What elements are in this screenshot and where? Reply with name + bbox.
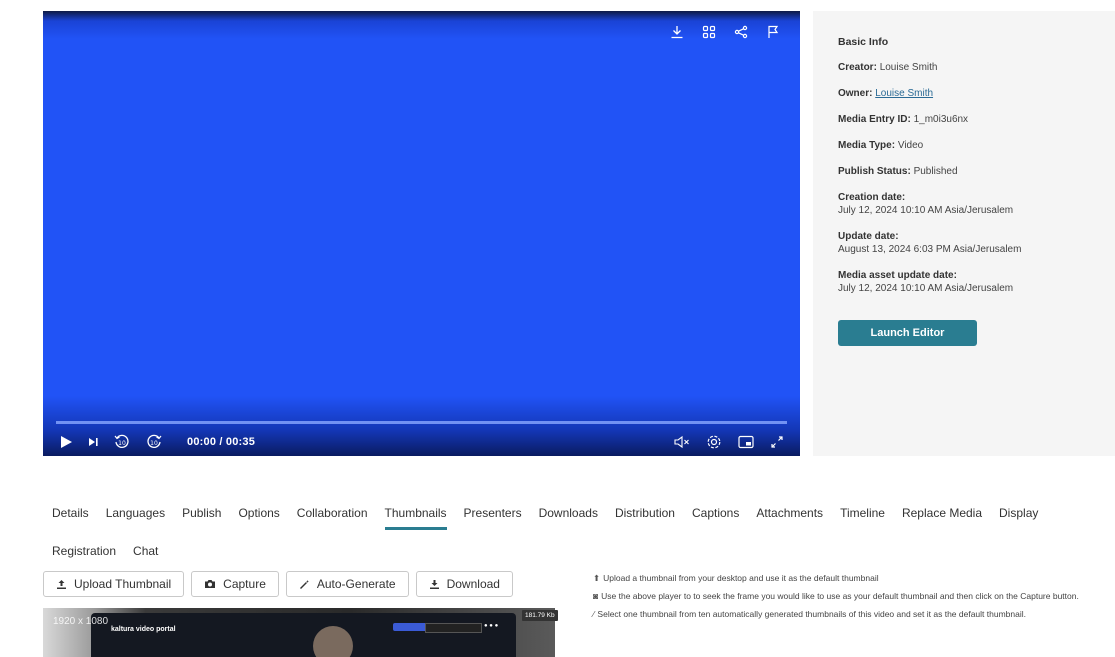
next-icon[interactable] [87, 436, 99, 448]
entry-id-value: 1_m0i3u6nx [913, 114, 969, 125]
fullscreen-icon[interactable] [770, 435, 784, 449]
download-label: Download [446, 577, 500, 591]
player-controls: 10 10 00:00 / 00:35 [59, 431, 784, 453]
creator-row: Creator: Louise Smith [838, 61, 1108, 74]
asset-update-date-row: Media asset update date: July 12, 2024 1… [838, 269, 1108, 295]
pip-icon[interactable] [738, 435, 754, 449]
tab-details[interactable]: Details [52, 506, 89, 530]
creation-date-value: July 12, 2024 10:10 AM Asia/Jerusalem [838, 205, 1014, 216]
tab-options[interactable]: Options [238, 506, 279, 530]
auto-generate-label: Auto-Generate [316, 577, 396, 591]
magic-wand-icon [299, 579, 310, 590]
mute-icon[interactable] [674, 435, 690, 449]
entry-id-row: Media Entry ID: 1_m0i3u6nx [838, 113, 1108, 126]
tab-publish[interactable]: Publish [182, 506, 221, 530]
video-player[interactable]: 10 10 00:00 / 00:35 [43, 11, 800, 456]
upload-thumbnail-label: Upload Thumbnail [74, 577, 172, 591]
thumbnail-ui-menu: ● ● ● [484, 623, 499, 629]
tab-replace-media[interactable]: Replace Media [902, 506, 982, 530]
download-icon[interactable] [670, 25, 684, 39]
tab-attachments[interactable]: Attachments [756, 506, 823, 530]
settings-icon[interactable] [706, 434, 722, 450]
progress-bar[interactable] [56, 421, 787, 424]
camera-icon [204, 579, 216, 589]
upload-icon [56, 579, 67, 590]
tab-downloads[interactable]: Downloads [539, 506, 598, 530]
download-button[interactable]: Download [415, 571, 513, 597]
magic-wand-icon: ⁄ [593, 609, 595, 619]
svg-text:10: 10 [150, 440, 158, 447]
rewind-10-icon[interactable]: 10 [113, 433, 131, 451]
play-icon[interactable] [59, 435, 73, 449]
owner-link[interactable]: Louise Smith [875, 88, 933, 99]
publish-status-row: Publish Status: Published [838, 165, 1108, 178]
help-upload-text: Upload a thumbnail from your desktop and… [603, 573, 879, 583]
help-capture: ◙ Use the above player to to seek the fra… [593, 591, 1113, 602]
help-upload: ⬆ Upload a thumbnail from your desktop an… [593, 573, 1113, 584]
help-autogen-text: Select one thumbnail from ten automatica… [597, 609, 1026, 619]
thumbnail-size-badge: 181.79 Kb [522, 610, 558, 621]
tab-chat[interactable]: Chat [133, 544, 158, 568]
tab-captions[interactable]: Captions [692, 506, 739, 530]
thumbnail-ui-search [425, 623, 482, 633]
auto-generate-button[interactable]: Auto-Generate [285, 571, 409, 597]
svg-text:10: 10 [118, 440, 126, 447]
upload-icon: ⬆ [593, 573, 601, 583]
entry-id-label: Media Entry ID: [838, 114, 911, 125]
thumbnail-dimensions: 1920 x 1080 [53, 616, 109, 627]
upload-thumbnail-button[interactable]: Upload Thumbnail [43, 571, 185, 597]
tab-collaboration[interactable]: Collaboration [297, 506, 368, 530]
tab-registration[interactable]: Registration [52, 544, 116, 568]
thumbnail-screen [91, 613, 516, 657]
launch-editor-button[interactable]: Launch Editor [838, 320, 977, 346]
tab-presenters[interactable]: Presenters [464, 506, 522, 530]
capture-button[interactable]: Capture [191, 571, 279, 597]
time-display: 00:00 / 00:35 [187, 436, 256, 448]
creation-date-row: Creation date: July 12, 2024 10:10 AM As… [838, 191, 1108, 217]
help-autogen: ⁄ Select one thumbnail from ten automatic… [593, 609, 1113, 620]
update-date-label: Update date: [838, 231, 899, 242]
thumbnail-actions: Upload Thumbnail Capture Auto-Generate D… [43, 571, 513, 597]
publish-status-value: Published [913, 166, 958, 177]
tab-languages[interactable]: Languages [106, 506, 165, 530]
creator-label: Creator: [838, 62, 877, 73]
tab-timeline[interactable]: Timeline [840, 506, 885, 530]
tab-display[interactable]: Display [999, 506, 1038, 530]
publish-status-label: Publish Status: [838, 166, 911, 177]
asset-update-date-value: July 12, 2024 10:10 AM Asia/Jerusalem [838, 283, 1014, 294]
media-type-row: Media Type: Video [838, 139, 1108, 152]
owner-row: Owner: Louise Smith [838, 87, 1108, 100]
forward-10-icon[interactable]: 10 [145, 433, 163, 451]
thumbnail-preview[interactable]: kaltura video portal ● ● ● 1920 x 1080 [43, 608, 555, 657]
media-type-value: Video [897, 140, 924, 151]
share-icon[interactable] [734, 25, 748, 39]
camera-icon: ◙ [593, 591, 599, 601]
download-icon [429, 579, 440, 590]
update-date-row: Update date: August 13, 2024 6:03 PM Asi… [838, 230, 1108, 256]
player-top-toolbar [670, 25, 780, 39]
update-date-value: August 13, 2024 6:03 PM Asia/Jerusalem [838, 244, 1022, 255]
help-capture-text: Use the above player to to seek the fram… [601, 591, 1079, 601]
tab-thumbnails[interactable]: Thumbnails [384, 506, 447, 530]
creation-date-label: Creation date: [838, 192, 906, 203]
creator-value: Louise Smith [879, 62, 938, 73]
tab-bar-row-2: Registration Chat [52, 544, 175, 568]
basic-info-panel: Basic Info Creator: Louise Smith Owner: … [813, 11, 1115, 456]
media-type-label: Media Type: [838, 140, 896, 151]
grid-icon[interactable] [702, 25, 716, 39]
flag-icon[interactable] [766, 25, 780, 39]
tab-distribution[interactable]: Distribution [615, 506, 675, 530]
asset-update-date-label: Media asset update date: [838, 270, 957, 281]
capture-label: Capture [223, 577, 266, 591]
owner-label: Owner: [838, 88, 873, 99]
thumbnail-help: ⬆ Upload a thumbnail from your desktop an… [593, 573, 1113, 627]
tab-bar: Details Languages Publish Options Collaborat… [52, 506, 1055, 530]
basic-info-title: Basic Info [838, 36, 889, 48]
kaltura-logo: kaltura video portal [111, 626, 176, 633]
